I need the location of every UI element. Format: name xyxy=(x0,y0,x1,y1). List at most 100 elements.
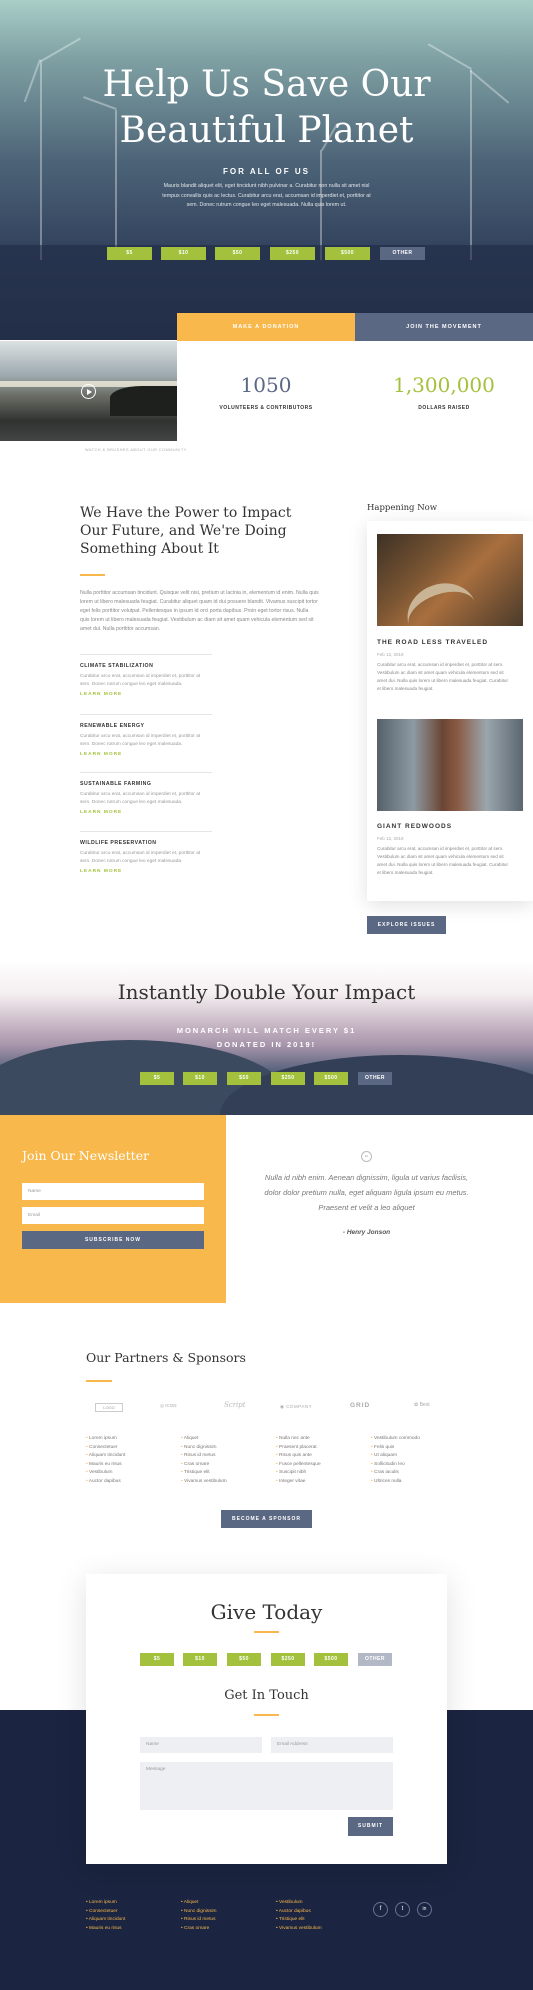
submit-button[interactable]: SUBMIT xyxy=(348,1817,393,1836)
cause-card: RENEWABLE ENERGY Curabitur arcu erat, ac… xyxy=(80,714,212,757)
footer-link[interactable]: Nunc dignissim xyxy=(181,1908,217,1917)
learn-more-link[interactable]: LEARN MORE xyxy=(80,692,212,697)
quote-author: - Henry Jonson xyxy=(342,1229,391,1236)
partner-logo[interactable]: GRID xyxy=(350,1402,370,1409)
play-icon[interactable] xyxy=(81,384,96,399)
list-item[interactable]: Sollicitudin leo xyxy=(371,1461,420,1470)
footer-link[interactable]: Consectetuer xyxy=(86,1908,125,1917)
video-thumbnail[interactable] xyxy=(0,341,177,441)
amount-5-button[interactable]: $5 xyxy=(140,1653,174,1666)
list-item[interactable]: Risus id metus xyxy=(181,1452,227,1461)
amount-250-button[interactable]: $250 xyxy=(271,1653,305,1666)
amount-250-button[interactable]: $250 xyxy=(270,247,315,260)
tab-join-movement[interactable]: JOIN THE MOVEMENT xyxy=(355,313,533,341)
amount-10-button[interactable]: $10 xyxy=(183,1072,217,1085)
amount-500-button[interactable]: $500 xyxy=(325,247,370,260)
post-title[interactable]: GIANT REDWOODS xyxy=(377,823,452,830)
partner-logo[interactable]: ◎ ICON xyxy=(160,1403,176,1409)
hero-text-line: tempus convallis quis ac lectus. Curabit… xyxy=(162,192,371,199)
double-impact-subtitle: MONARCH WILL MATCH EVERY $1 DONATED IN 2… xyxy=(0,1024,533,1052)
list-item[interactable]: Vestibulum commodo xyxy=(371,1435,420,1444)
post-title[interactable]: THE ROAD LESS TRAVELED xyxy=(377,639,488,646)
footer-link[interactable]: Lorem ipsum xyxy=(86,1899,125,1908)
partners-title: Our Partners & Sponsors xyxy=(86,1350,246,1365)
amount-250-button[interactable]: $250 xyxy=(271,1072,305,1085)
learn-more-link[interactable]: LEARN MORE xyxy=(80,869,212,874)
partner-logo[interactable]: LOGO xyxy=(95,1403,123,1412)
amount-5-button[interactable]: $5 xyxy=(107,247,152,260)
list-item[interactable]: Auctor dapibus xyxy=(86,1478,125,1487)
list-item[interactable]: Suscipit nibh xyxy=(276,1469,321,1478)
footer-link[interactable]: Aliquet xyxy=(181,1899,217,1908)
footer-link[interactable]: Aliquam tincidunt xyxy=(86,1916,126,1925)
twitter-icon[interactable]: t xyxy=(395,1902,410,1917)
footer-link[interactable]: Cras ornare xyxy=(181,1925,217,1934)
post-image-redwoods[interactable] xyxy=(377,719,523,811)
explore-issues-button[interactable]: EXPLORE ISSUES xyxy=(367,916,446,934)
contact-name-input[interactable]: Name xyxy=(140,1737,262,1753)
list-item[interactable]: Cras ornare xyxy=(181,1461,227,1470)
cause-card-line: sem. Donec rutrum congue leo eget malesu… xyxy=(80,681,183,687)
list-item[interactable]: Consectetuer xyxy=(86,1444,125,1453)
list-item[interactable]: Nunc dignissim xyxy=(181,1444,227,1453)
partner-logo[interactable]: Script xyxy=(224,1401,246,1409)
footer-link[interactable]: Risus id metus xyxy=(181,1916,217,1925)
tab-make-donation[interactable]: MAKE A DONATION xyxy=(177,313,355,341)
amount-50-button[interactable]: $50 xyxy=(227,1072,261,1085)
list-item[interactable]: Cras iaculis xyxy=(371,1469,420,1478)
partner-logo[interactable]: ✿ Best xyxy=(414,1402,430,1408)
list-item[interactable]: Aliquet xyxy=(181,1435,227,1444)
amount-500-button[interactable]: $500 xyxy=(314,1653,348,1666)
learn-more-link[interactable]: LEARN MORE xyxy=(80,752,212,757)
list-item[interactable]: Tristique elit xyxy=(181,1469,227,1478)
post-excerpt-line: amet dui. Nulla quis lorem ut libero mal… xyxy=(377,678,508,683)
amount-other-button[interactable]: OTHER xyxy=(380,247,425,260)
list-item[interactable]: Lorem ipsum xyxy=(86,1435,125,1444)
footer-link[interactable]: Tristique elit xyxy=(276,1916,322,1925)
amount-other-button[interactable]: OTHER xyxy=(358,1072,392,1085)
cause-card-title: WILDLIFE PRESERVATION xyxy=(80,840,157,846)
list-item[interactable]: Vestibulum xyxy=(86,1469,125,1478)
list-item[interactable]: Vivamus vestibulum xyxy=(181,1478,227,1487)
list-item[interactable]: Ultrices nulla xyxy=(371,1478,420,1487)
amount-5-button[interactable]: $5 xyxy=(140,1072,174,1085)
hero-text-line: sem. Donec rutrum congue leo eget malesu… xyxy=(186,202,347,208)
impact-paragraph-line: Nulla porttitor accumsan tincidunt. Quis… xyxy=(80,590,319,596)
facebook-icon[interactable]: f xyxy=(373,1902,388,1917)
amount-50-button[interactable]: $50 xyxy=(227,1653,261,1666)
cause-card-title: SUSTAINABLE FARMING xyxy=(80,781,152,787)
footer-links: AliquetNunc dignissimRisus id metusCras … xyxy=(181,1899,217,1933)
footer-link[interactable]: Vivamus vestibulum xyxy=(276,1925,322,1934)
post-image-road[interactable] xyxy=(377,534,523,626)
list-item[interactable]: Integer vitae xyxy=(276,1478,321,1487)
cause-card-text: Curabitur arcu erat, accumsan id imperdi… xyxy=(80,733,212,748)
happening-now-title: Happening Now xyxy=(367,503,438,513)
list-item[interactable]: Felis quis xyxy=(371,1444,420,1453)
become-sponsor-button[interactable]: BECOME A SPONSOR xyxy=(221,1510,312,1528)
amount-50-button[interactable]: $50 xyxy=(215,247,260,260)
footer-link[interactable]: Auctor dapibus xyxy=(276,1908,322,1917)
amount-10-button[interactable]: $10 xyxy=(161,247,206,260)
list-item[interactable]: Fusce pellentesque xyxy=(276,1461,321,1470)
footer-link[interactable]: Mauris eu risus xyxy=(86,1925,125,1934)
list-item[interactable]: Praesent placerat xyxy=(276,1444,321,1453)
linkedin-icon[interactable]: in xyxy=(417,1902,432,1917)
amount-500-button[interactable]: $500 xyxy=(314,1072,348,1085)
list-item[interactable]: Ut aliquam xyxy=(371,1452,420,1461)
list-item[interactable]: Risus quis ante xyxy=(276,1452,321,1461)
hero-title-line1: Help Us Save Our xyxy=(102,64,431,105)
subscribe-button[interactable]: SUBSCRIBE NOW xyxy=(22,1231,204,1249)
newsletter-email-input[interactable]: Email xyxy=(22,1207,204,1224)
learn-more-link[interactable]: LEARN MORE xyxy=(80,810,212,815)
newsletter-name-input[interactable]: Name xyxy=(22,1183,204,1200)
list-item[interactable]: Mauris eu risus xyxy=(86,1461,125,1470)
contact-message-textarea[interactable]: Message xyxy=(140,1762,393,1810)
list-item[interactable]: Aliquam tincidunt xyxy=(86,1452,126,1461)
list-item[interactable]: Nulla nec ante xyxy=(276,1435,321,1444)
partner-logo[interactable]: ◉ COMPANY xyxy=(280,1404,312,1410)
amount-10-button[interactable]: $10 xyxy=(183,1653,217,1666)
amount-other-button[interactable]: OTHER xyxy=(358,1653,392,1666)
contact-email-input[interactable]: Email Address xyxy=(271,1737,393,1753)
footer-link[interactable]: Vestibulum xyxy=(276,1899,322,1908)
give-today-title: Give Today xyxy=(210,1600,323,1624)
